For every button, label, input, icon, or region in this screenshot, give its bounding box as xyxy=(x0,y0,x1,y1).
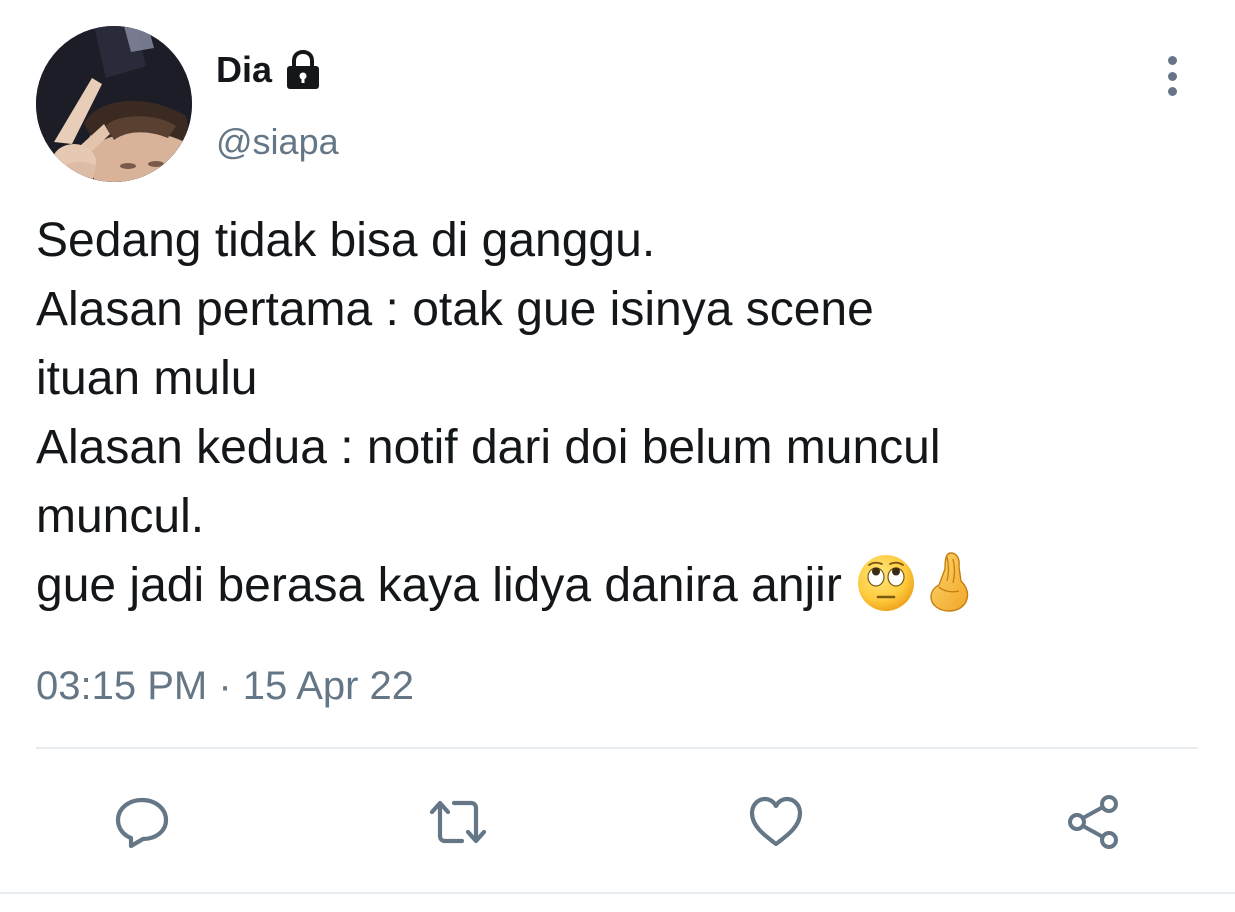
timestamp-separator: · xyxy=(218,664,232,708)
divider xyxy=(36,747,1198,749)
share-button[interactable] xyxy=(1062,790,1126,854)
face-with-rolling-eyes-emoji xyxy=(855,551,917,613)
tweet-time: 03:15 PM xyxy=(36,664,208,708)
retweet-icon xyxy=(429,800,487,844)
tweet-timestamp[interactable]: 03:15 PM · 15 Apr 22 xyxy=(36,660,414,712)
tweet-text-line: muncul. xyxy=(36,490,205,543)
tweet-text: Sedang tidak bisa di ganggu. Alasan pert… xyxy=(36,206,1206,620)
author-name-row: Dia xyxy=(216,46,324,94)
tweet-date: 15 Apr 22 xyxy=(242,664,415,708)
author-handle[interactable]: @siapa xyxy=(216,118,339,166)
tweet-text-line: Sedang tidak bisa di ganggu. xyxy=(36,214,656,267)
reply-button[interactable] xyxy=(110,790,174,854)
pinched-fingers-emoji xyxy=(921,551,983,613)
tweet-text-line: Alasan kedua : notif dari doi belum munc… xyxy=(36,421,941,474)
bottom-divider xyxy=(0,892,1235,894)
avatar[interactable] xyxy=(36,26,192,182)
like-button[interactable] xyxy=(744,790,808,854)
menu-dot xyxy=(1167,71,1177,81)
author-display-name[interactable]: Dia xyxy=(216,46,272,94)
share-icon xyxy=(1068,795,1118,849)
more-vertical-icon[interactable] xyxy=(1150,52,1194,100)
tweet-detail: Dia @siapa Sedang tidak bisa di ganggu. … xyxy=(0,0,1235,912)
tweet-actions xyxy=(0,790,1235,854)
tweet-text-line: gue jadi berasa kaya lidya danira anjir xyxy=(36,559,842,612)
tweet-text-line: Alasan pertama : otak gue isinya scene xyxy=(36,283,874,336)
retweet-button[interactable] xyxy=(426,790,490,854)
like-icon xyxy=(749,796,803,847)
tweet-text-line: ituan mulu xyxy=(36,352,258,405)
menu-dot xyxy=(1167,87,1177,96)
avatar-image xyxy=(36,26,192,182)
tweet-text-last-line: gue jadi berasa kaya lidya danira anjir xyxy=(36,551,1206,620)
lock-icon xyxy=(282,49,324,91)
menu-dot xyxy=(1167,56,1177,65)
reply-icon xyxy=(115,797,169,849)
